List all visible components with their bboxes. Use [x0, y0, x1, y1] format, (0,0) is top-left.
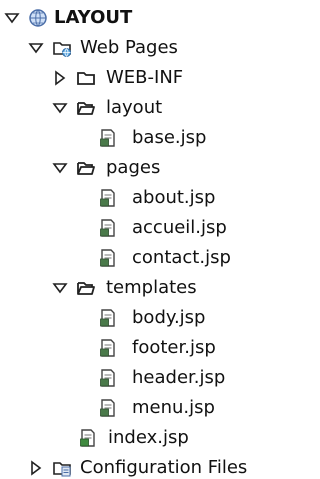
- folder-open-icon: [77, 162, 95, 175]
- tree-item-label: WEB-INF: [106, 67, 184, 88]
- tree-row-web-inf[interactable]: WEB-INF: [0, 64, 288, 94]
- jsp-file-icon: [100, 399, 115, 417]
- jsp-file-icon: [100, 249, 115, 267]
- jsp-index-icon: [80, 429, 95, 447]
- tree-row-contact-jsp[interactable]: contact.jsp: [0, 244, 288, 274]
- collapsed-triangle-icon[interactable]: [28, 460, 44, 476]
- tree-item-label: Configuration Files: [80, 457, 248, 478]
- tree-item-label: header.jsp: [132, 367, 226, 388]
- tree-row-base-jsp[interactable]: base.jsp: [0, 124, 288, 154]
- tree-row-layout-project[interactable]: LAYOUT: [0, 4, 288, 34]
- jsp-file-icon: [100, 339, 115, 357]
- jsp-file-icon: [100, 369, 115, 387]
- jsp-file-icon: [100, 129, 115, 147]
- config-files-icon: [53, 462, 71, 477]
- folder-open-icon: [77, 282, 95, 295]
- project-name: LAYOUT: [54, 7, 133, 28]
- tree-item-label: templates: [106, 277, 197, 298]
- tree-row-layout-folder[interactable]: layout: [0, 94, 288, 124]
- tree-item-label: layout: [106, 97, 163, 118]
- tree-row-index-jsp[interactable]: index.jsp: [0, 424, 288, 454]
- expanded-triangle-icon[interactable]: [52, 280, 68, 296]
- expanded-triangle-icon[interactable]: [52, 100, 68, 116]
- expanded-triangle-icon[interactable]: [28, 40, 44, 56]
- tree-item-label: menu.jsp: [132, 397, 215, 418]
- tree-row-body-jsp[interactable]: body.jsp: [0, 304, 288, 334]
- tree-item-label: accueil.jsp: [132, 217, 227, 238]
- folder-open-icon: [77, 102, 95, 115]
- tree-item-label: body.jsp: [132, 307, 206, 328]
- tree-row-menu-jsp[interactable]: menu.jsp: [0, 394, 288, 424]
- jsp-file-icon: [100, 219, 115, 237]
- expanded-triangle-icon[interactable]: [4, 10, 20, 26]
- tree-row-pages-folder[interactable]: pages: [0, 154, 288, 184]
- tree-item-label: contact.jsp: [132, 247, 231, 268]
- tree-row-header-jsp[interactable]: header.jsp: [0, 364, 288, 394]
- expanded-triangle-icon[interactable]: [52, 160, 68, 176]
- tree-item-label: about.jsp: [132, 187, 216, 208]
- folder-icon: [77, 72, 95, 85]
- tree-row-accueil-jsp[interactable]: accueil.jsp: [0, 214, 288, 244]
- tree-item-label: index.jsp: [108, 427, 189, 448]
- tree-row-web-pages[interactable]: Web Pages: [0, 34, 288, 64]
- tree-row-configuration-files[interactable]: Configuration Files: [0, 454, 288, 479]
- tree-item-label: base.jsp: [132, 127, 207, 148]
- tree-row-templates-folder[interactable]: templates: [0, 274, 288, 304]
- globe-project-icon: [29, 9, 47, 27]
- tree-item-label: Web Pages: [80, 37, 178, 58]
- jsp-file-icon: [100, 189, 115, 207]
- collapsed-triangle-icon[interactable]: [52, 70, 68, 86]
- tree-item-label: footer.jsp: [132, 337, 216, 358]
- project-tree: LAYOUT Web Pages WEB-INF layout base.jsp…: [0, 0, 288, 479]
- web-folder-icon: [53, 42, 71, 57]
- tree-row-about-jsp[interactable]: about.jsp: [0, 184, 288, 214]
- tree-row-footer-jsp[interactable]: footer.jsp: [0, 334, 288, 364]
- jsp-file-icon: [100, 309, 115, 327]
- tree-item-label: pages: [106, 157, 161, 178]
